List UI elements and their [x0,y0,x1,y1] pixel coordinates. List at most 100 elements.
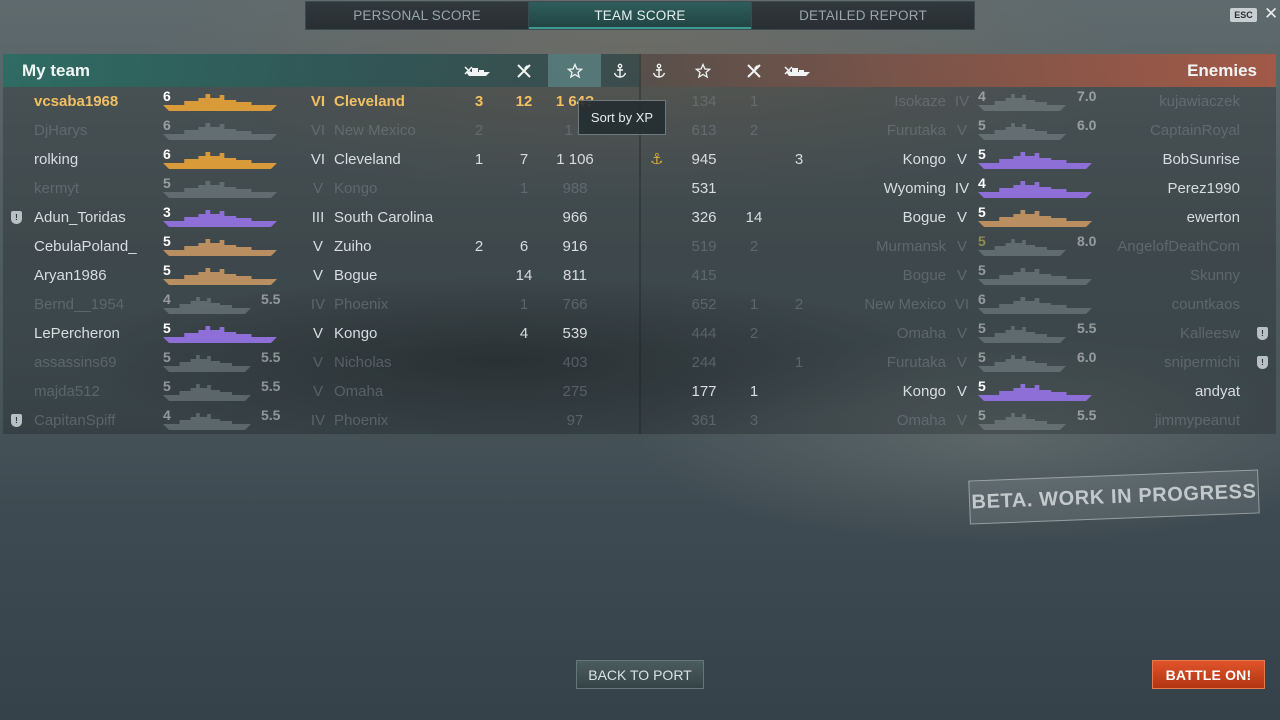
ship-silhouette-icon: 5 6.0 [978,118,1102,145]
planes-destroyed: 6 [519,238,529,255]
ship-silhouette-icon: 5 6.0 [978,350,1102,377]
player-name: AngelofDeathCom [1117,238,1240,255]
ships-destroyed: 1 [794,354,804,371]
table-row[interactable]: ! Adun_Toridas 3 III South Carolina 966 [3,203,639,232]
tab-detailed-report[interactable]: DETAILED REPORT [752,2,974,29]
ship-rating: 7.0 [1077,88,1097,104]
clan-badge-icon: ! [1257,327,1268,340]
ships-destroyed: 2 [794,296,804,313]
xp-value: 916 [562,238,588,255]
ship-level: 6 [163,146,171,162]
sort-planes-destroyed-icon[interactable] [499,54,549,87]
table-row[interactable]: vcsaba1968 6 VI Cleveland 3 12 1 64? [3,87,639,116]
ship-level: 5 [978,117,986,133]
ship-name: Phoenix [334,412,389,429]
planes-destroyed: 4 [519,325,529,342]
table-row[interactable]: rolking 6 VI Cleveland 1 7 1 106 [3,145,639,174]
table-row[interactable]: majda512 5 5.5 V Omaha 275 [3,377,639,406]
ship-level: 5 [978,349,986,365]
table-row[interactable]: assassins69 5 5.5 V Nicholas 403 [3,348,639,377]
xp-value: 403 [562,354,588,371]
table-row[interactable]: 134 1 Isokaze IV 4 7.0 kujawiaczek [641,87,1276,116]
ship-tier: V [312,180,323,197]
ship-tier: V [956,122,967,139]
table-row[interactable]: Aryan1986 5 V Bogue 14 811 [3,261,639,290]
my-team-panel: My team vcsaba1968 6 VI Cleveland 3 12 1 64? Dj… [3,54,639,434]
ship-level: 3 [163,204,171,220]
xp-value: 519 [691,238,717,255]
table-row[interactable]: DjHarys 6 VI New Mexico 2 1 4 [3,116,639,145]
battle-on-button[interactable]: BATTLE ON! [1152,660,1265,689]
ship-level: 6 [978,291,986,307]
ship-level: 4 [163,291,171,307]
sort-planes-destroyed-icon[interactable] [729,54,779,87]
table-row[interactable]: 444 2 Omaha V 5 5.5 Kalleesw! [641,319,1276,348]
ship-tier: V [956,151,967,168]
table-row[interactable]: 519 2 Murmansk V 5 8.0 AngelofDeathCom [641,232,1276,261]
close-icon[interactable]: ✕ [1264,4,1280,24]
table-row[interactable]: 177 1 Kongo V 5 andyat [641,377,1276,406]
sort-capture-anchor-icon[interactable] [641,54,677,87]
table-row[interactable]: ⚓ 945 3 Kongo V 5 BobSunrise [641,145,1276,174]
player-name: assassins69 [34,354,117,371]
ship-name: Isokaze [894,93,946,110]
table-row[interactable]: kermyt 5 V Kongo 1 988 [3,174,639,203]
table-row[interactable]: 244 1 Furutaka V 5 6.0 snipermichi! [641,348,1276,377]
ship-silhouette-icon: 5 5.5 [163,350,287,377]
planes-destroyed: 1 [519,296,529,313]
ship-tier: IV [954,93,970,110]
table-row[interactable]: 415 Bogue V 5 Skunny [641,261,1276,290]
ship-name: Kongo [334,325,378,342]
ship-name: Kongo [902,383,946,400]
player-name: rolking [34,151,79,168]
ships-destroyed [457,290,501,319]
ship-rating: 5.5 [1077,407,1097,423]
player-name: majda512 [34,383,100,400]
ship-name: Kongo [902,151,946,168]
sort-capture-anchor-icon[interactable] [601,54,639,87]
planes-destroyed [732,261,776,290]
table-row[interactable]: Bernd__1954 4 5.5 IV Phoenix 1 766 [3,290,639,319]
xp-value: 988 [562,180,588,197]
planes-destroyed [502,116,546,145]
table-row[interactable]: ! CapitanSpiff 4 5.5 IV Phoenix 97 [3,406,639,434]
tab-team-score[interactable]: TEAM SCORE [529,2,752,29]
ship-level: 5 [978,407,986,423]
table-row[interactable]: CebulaPoland_ 5 V Zuiho 2 6 916 [3,232,639,261]
back-to-port-button[interactable]: BACK TO PORT [576,660,704,689]
planes-destroyed: 12 [515,93,533,110]
ship-silhouette-icon: 3 [163,205,287,232]
table-row[interactable]: 652 1 2 New Mexico VI 6 countkaos [641,290,1276,319]
clan-badge-icon: ! [11,414,22,427]
xp-value: 361 [691,412,717,429]
table-row[interactable]: 361 3 Omaha V 5 5.5 jimmypeanut [641,406,1276,434]
xp-value: 966 [562,209,588,226]
ship-rating: 5.5 [261,378,281,394]
ship-silhouette-icon: 5 [163,263,287,290]
planes-destroyed: 2 [749,238,759,255]
ship-level: 5 [163,175,171,191]
planes-destroyed: 1 [749,93,759,110]
player-name: countkaos [1171,296,1240,313]
player-name: snipermichi [1164,354,1240,371]
sort-ships-destroyed-icon[interactable] [774,54,824,87]
player-name: BobSunrise [1162,151,1240,168]
planes-destroyed: 3 [749,412,759,429]
table-row[interactable]: 531 Wyoming IV 4 Perez1990 [641,174,1276,203]
xp-value: 766 [562,296,588,313]
ship-name: Murmansk [875,238,946,255]
tab-personal-score[interactable]: PERSONAL SCORE [306,2,529,29]
player-name: Adun_Toridas [34,209,126,226]
table-row[interactable]: LePercheron 5 V Kongo 4 539 [3,319,639,348]
ship-silhouette-icon: 5 [163,234,287,261]
sort-xp-star-icon[interactable] [678,54,728,87]
my-team-header: My team [3,54,639,87]
esc-button[interactable]: ESC [1230,8,1257,22]
sort-ships-destroyed-icon[interactable] [454,54,504,87]
sort-xp-star-icon[interactable] [548,54,601,87]
table-row[interactable]: 613 2 Furutaka V 5 6.0 CaptainRoyal [641,116,1276,145]
ship-silhouette-icon: 5 [163,176,287,203]
table-row[interactable]: 326 14 Bogue V 5 ewerton [641,203,1276,232]
ships-destroyed [777,203,821,232]
xp-value: 444 [691,325,717,342]
